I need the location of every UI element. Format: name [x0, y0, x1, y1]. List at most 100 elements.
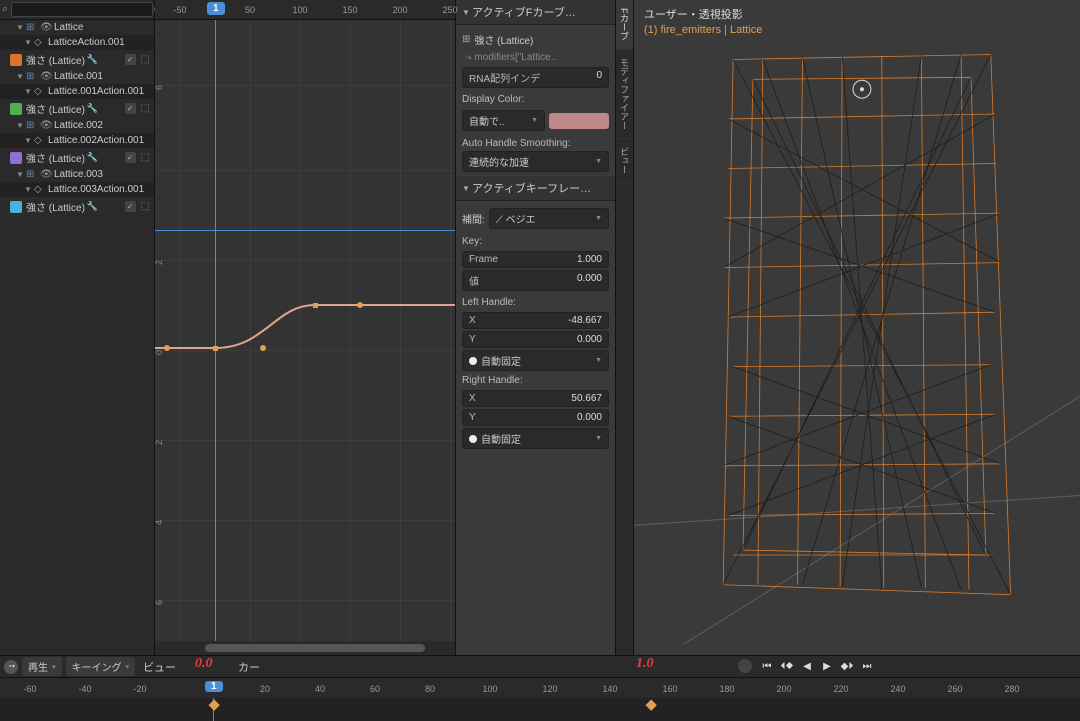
- y-tick: 0: [154, 350, 164, 355]
- wrench-icon[interactable]: 🔧: [87, 103, 98, 114]
- wrench-icon[interactable]: 🔧: [87, 152, 98, 163]
- lock-icon[interactable]: ⬚: [141, 54, 150, 65]
- display-color-label: Display Color:: [462, 90, 609, 107]
- item-label: Lattice: [54, 22, 83, 33]
- channel-object[interactable]: ▼⊞👁Lattice: [0, 20, 154, 35]
- scrollbar-thumb[interactable]: [205, 644, 425, 652]
- timeline-current-frame[interactable]: 1: [205, 681, 223, 692]
- caret-down-icon[interactable]: ▼: [16, 23, 26, 32]
- keyframe-diamond[interactable]: [209, 700, 220, 711]
- channel-object[interactable]: ▼⊞👁Lattice.002: [0, 118, 154, 133]
- wrench-icon[interactable]: 🔧: [87, 201, 98, 212]
- item-label: 強さ (Lattice): [26, 150, 85, 165]
- graph-scrollbar[interactable]: [155, 641, 455, 655]
- channel-action[interactable]: ▼◇Lattice.001Action.001: [0, 84, 154, 99]
- smoothing-dropdown[interactable]: 連続的な加速▼: [462, 151, 609, 172]
- channel-action[interactable]: ▼◇LatticeAction.001: [0, 35, 154, 50]
- playback-controls: ⏮ ⏴◆ ◀ ▶ ◆⏵ ⏭: [738, 659, 876, 675]
- rna-index-field[interactable]: RNA配列インデ0: [462, 67, 609, 88]
- timeline-ruler[interactable]: 1 -60-40-2020406080100120140160180200220…: [0, 678, 1080, 698]
- channel-outliner: ⌕ ⚙ ▼⊞👁Lattice▼◇LatticeAction.001強さ (Lat…: [0, 0, 155, 655]
- play-menu[interactable]: 再生▾: [22, 657, 62, 676]
- play-reverse-button[interactable]: ◀: [798, 659, 816, 675]
- caret-down-icon[interactable]: ▼: [24, 136, 34, 145]
- search-input[interactable]: [11, 2, 153, 17]
- timeline-track[interactable]: [0, 698, 1080, 721]
- mute-checkbox[interactable]: ✓: [125, 152, 136, 163]
- eye-icon[interactable]: 👁: [40, 71, 52, 82]
- channel-fcurve[interactable]: 強さ (Lattice)🔧✓⬚: [0, 99, 154, 118]
- item-label: Lattice.002Action.001: [48, 135, 144, 146]
- tab-fcurve[interactable]: Fカーブ: [616, 0, 633, 50]
- rh-x-field[interactable]: X50.667: [462, 390, 609, 407]
- mute-checkbox[interactable]: ✓: [125, 103, 136, 114]
- rna-path[interactable]: ⤷ modifiers["Lattice..: [462, 50, 609, 65]
- wrench-icon[interactable]: 🔧: [87, 54, 98, 65]
- mute-checkbox[interactable]: ✓: [125, 201, 136, 212]
- lh-x-field[interactable]: X-48.667: [462, 312, 609, 329]
- active-keyframe-header[interactable]: ▼ アクティブキーフレー…: [456, 176, 615, 201]
- keyframe-diamond[interactable]: [646, 700, 657, 711]
- channel-fcurve[interactable]: 強さ (Lattice)🔧✓⬚: [0, 197, 154, 216]
- view-menu[interactable]: ビュー: [139, 659, 180, 675]
- rh-y-field[interactable]: Y0.000: [462, 409, 609, 426]
- graph-ruler[interactable]: -50 1 50 100 150 200 250: [155, 0, 455, 20]
- timeline-tick: 140: [602, 684, 617, 694]
- prev-keyframe-button[interactable]: ⏴◆: [778, 659, 796, 675]
- color-chip: [10, 54, 22, 66]
- tab-modifiers[interactable]: モディファイアー: [616, 50, 633, 139]
- lh-mode-dropdown[interactable]: 自動固定▼: [462, 350, 609, 371]
- lh-y-field[interactable]: Y0.000: [462, 331, 609, 348]
- eye-icon[interactable]: 👁: [40, 120, 52, 131]
- color-chip: [10, 152, 22, 164]
- mute-checkbox[interactable]: ✓: [125, 54, 136, 65]
- tab-view[interactable]: ビュー: [616, 139, 633, 183]
- marker-menu[interactable]: カー: [234, 659, 264, 675]
- color-swatch[interactable]: [549, 113, 609, 129]
- next-keyframe-button[interactable]: ◆⏵: [838, 659, 856, 675]
- value-field[interactable]: 値0.000: [462, 270, 609, 291]
- active-fcurve-header[interactable]: ▼ アクティブFカーブ…: [456, 0, 615, 25]
- channel-action[interactable]: ▼◇Lattice.002Action.001: [0, 133, 154, 148]
- timeline-tick: 260: [947, 684, 962, 694]
- ruler-tick: 200: [392, 5, 407, 15]
- play-button[interactable]: ▶: [818, 659, 836, 675]
- current-frame-marker[interactable]: 1: [207, 2, 225, 15]
- auto-keying-toggle[interactable]: [738, 659, 752, 673]
- search-icon: ⌕: [2, 3, 8, 16]
- caret-down-icon: ▼: [462, 8, 472, 17]
- jump-start-button[interactable]: ⏮: [758, 659, 776, 675]
- channel-fcurve[interactable]: 強さ (Lattice)🔧✓⬚: [0, 50, 154, 69]
- action-icon: ◇: [34, 37, 46, 48]
- caret-down-icon[interactable]: ▼: [16, 72, 26, 81]
- lock-icon[interactable]: ⬚: [141, 103, 150, 114]
- caret-down-icon[interactable]: ▼: [24, 185, 34, 194]
- channel-object[interactable]: ▼⊞👁Lattice.001: [0, 69, 154, 84]
- color-mode-dropdown[interactable]: 自動で.. ▼: [462, 110, 545, 131]
- left-handle-label: Left Handle:: [462, 293, 609, 310]
- eye-icon[interactable]: 👁: [40, 169, 52, 180]
- frame-field[interactable]: Frame1.000: [462, 251, 609, 268]
- graph-editor[interactable]: -50 1 50 100 150 200 250: [155, 0, 455, 655]
- caret-down-icon[interactable]: ▼: [16, 121, 26, 130]
- channel-action[interactable]: ▼◇Lattice.003Action.001: [0, 182, 154, 197]
- properties-panel: ▼ アクティブFカーブ… ⊞強さ (Lattice) ⤷ modifiers["…: [455, 0, 615, 655]
- timeline[interactable]: 1 -60-40-2020406080100120140160180200220…: [0, 677, 1080, 720]
- ruler-tick: 250: [442, 5, 457, 15]
- caret-down-icon[interactable]: ▼: [24, 38, 34, 47]
- eye-icon[interactable]: 👁: [40, 22, 52, 33]
- lock-icon[interactable]: ⬚: [141, 152, 150, 163]
- editor-type-dropdown[interactable]: ◔▾: [4, 660, 18, 674]
- caret-down-icon[interactable]: ▼: [16, 170, 26, 179]
- viewport-3d[interactable]: ユーザー・透視投影 (1) fire_emitters | Lattice: [633, 0, 1080, 655]
- caret-down-icon[interactable]: ▼: [24, 87, 34, 96]
- channel-fcurve[interactable]: 強さ (Lattice)🔧 ✓ ⬚: [0, 148, 154, 167]
- lock-icon[interactable]: ⬚: [141, 201, 150, 212]
- graph-canvas[interactable]: 0 2 2 4 6 6: [155, 20, 455, 641]
- interp-dropdown[interactable]: ⟋ ベジエ▼: [489, 208, 609, 229]
- timeline-tick: -20: [133, 684, 146, 694]
- keying-menu[interactable]: キーイング▾: [66, 657, 136, 676]
- channel-object[interactable]: ▼⊞👁Lattice.003: [0, 167, 154, 182]
- rh-mode-dropdown[interactable]: 自動固定▼: [462, 428, 609, 449]
- jump-end-button[interactable]: ⏭: [858, 659, 876, 675]
